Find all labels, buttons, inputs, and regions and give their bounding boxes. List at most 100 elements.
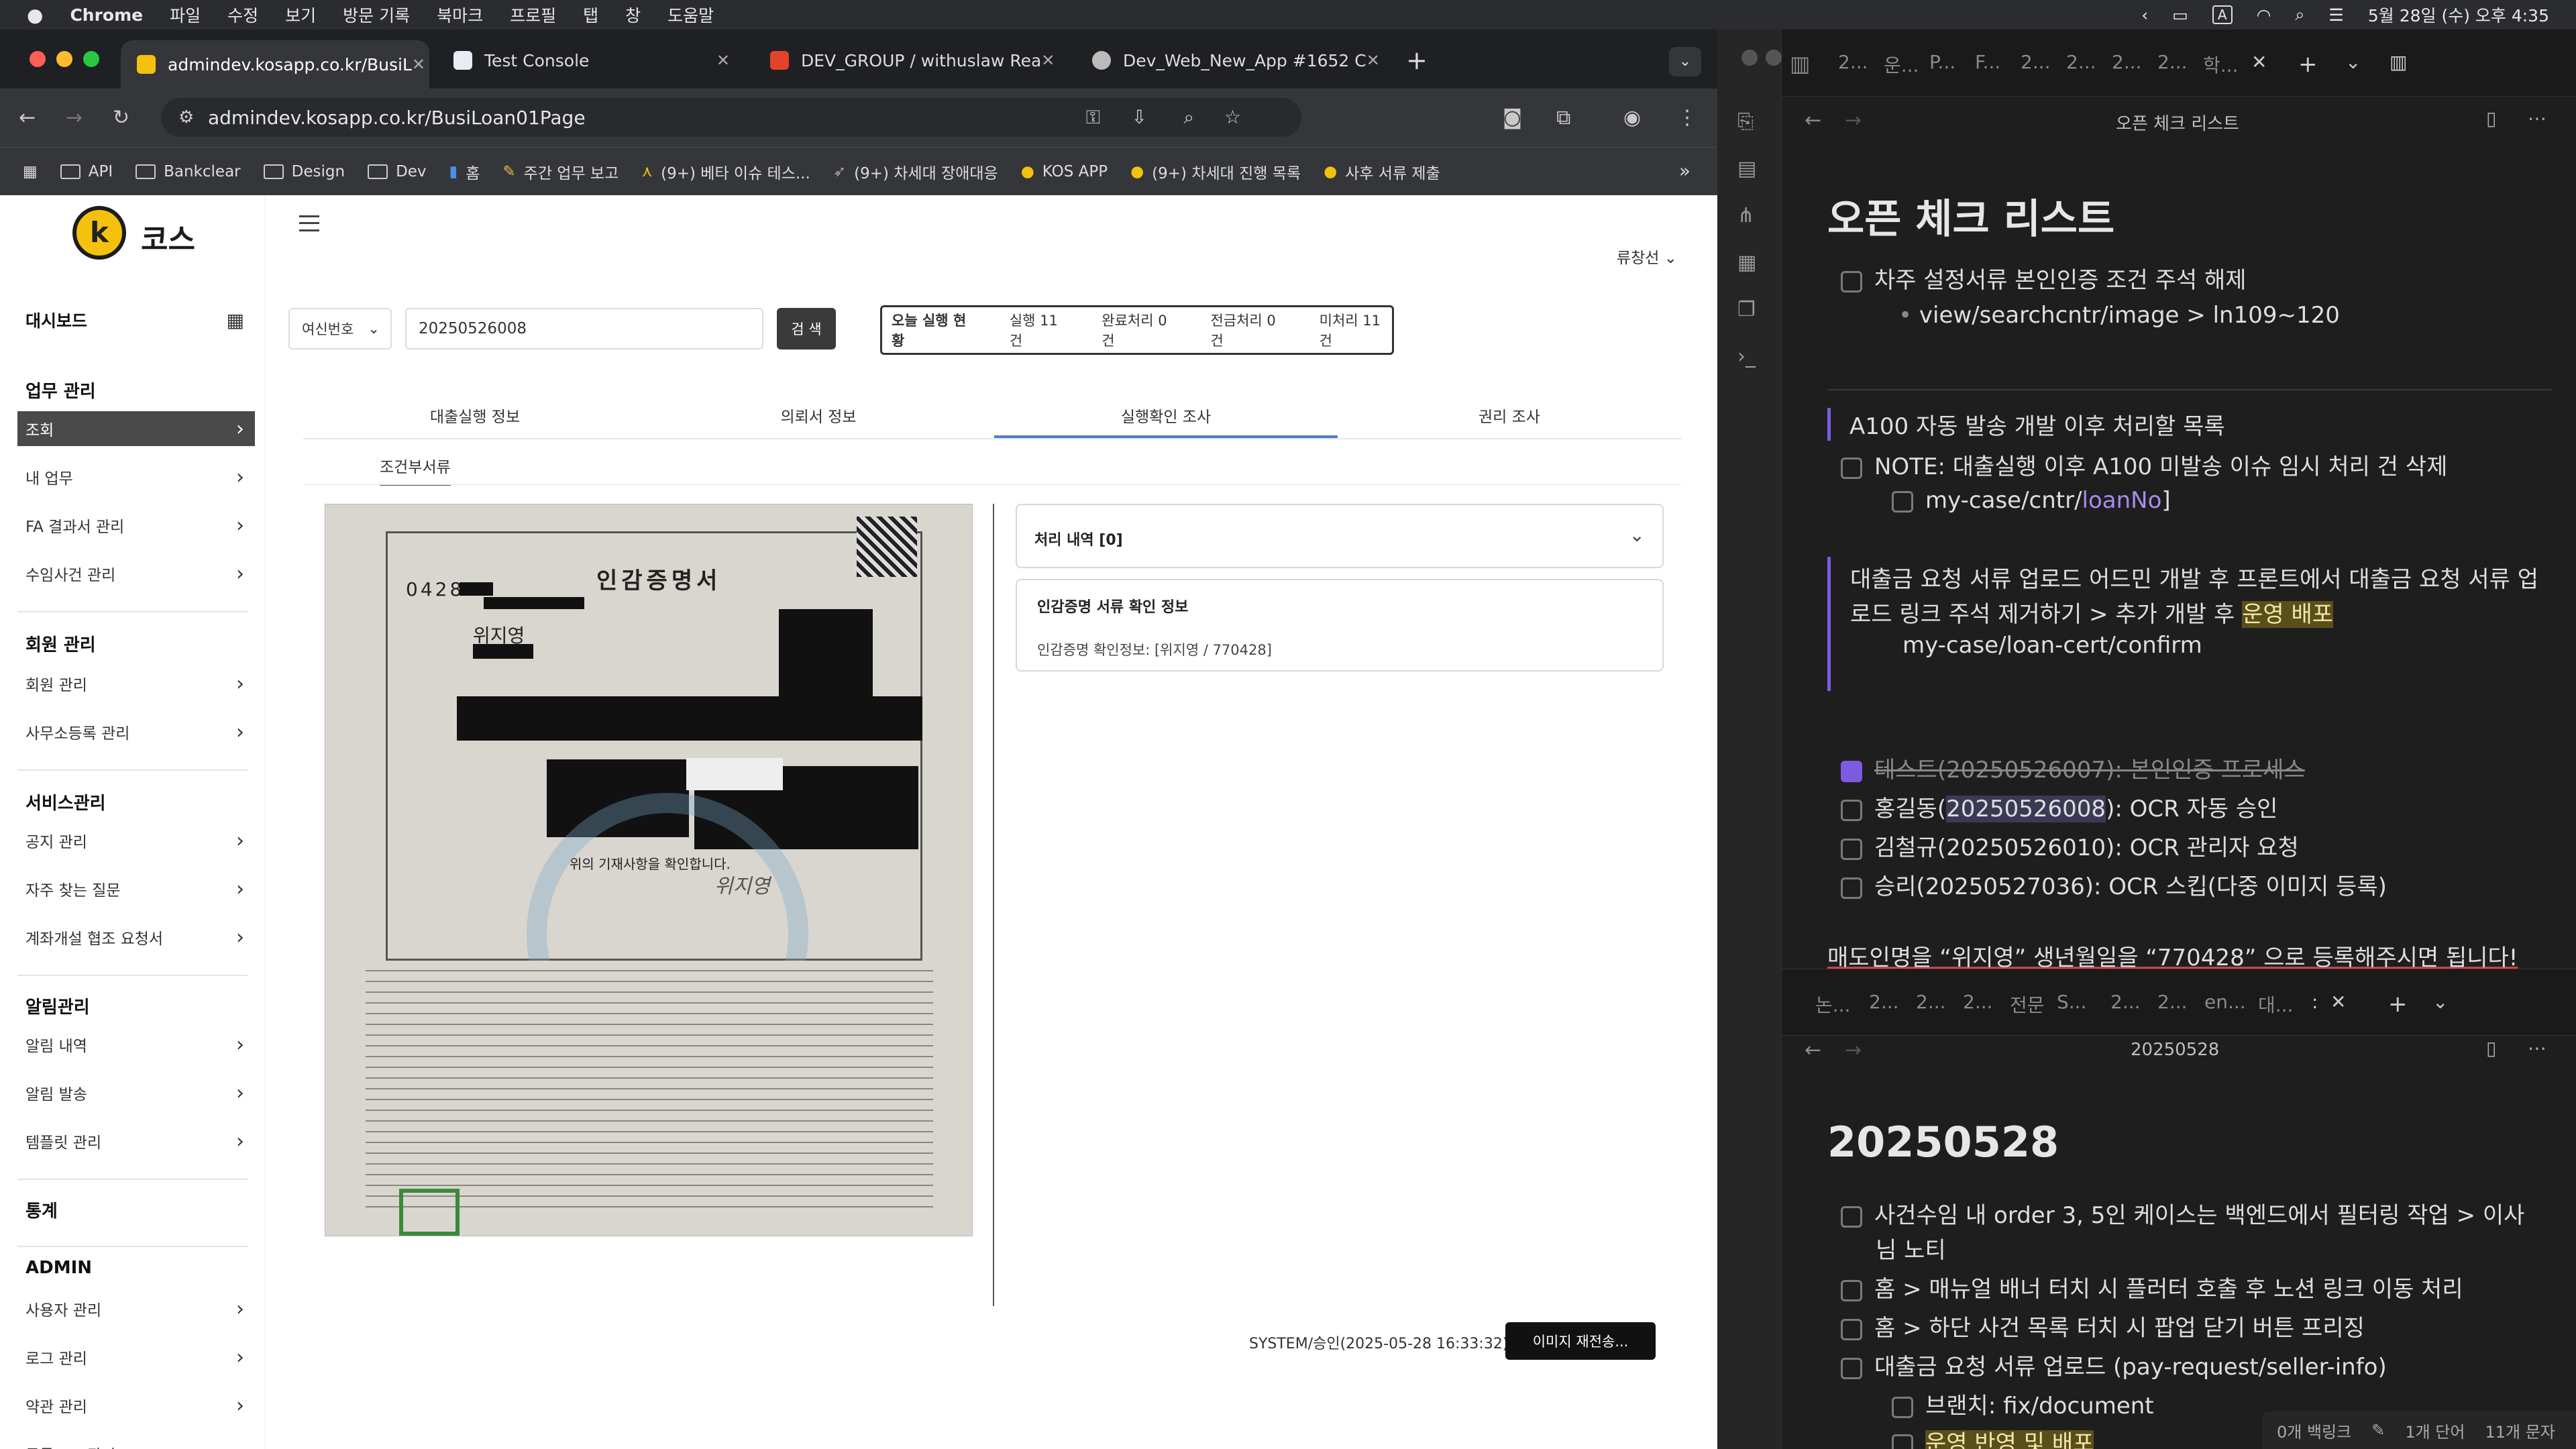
bookmark-link[interactable]: ● KOS APP: [1021, 163, 1108, 180]
task-item[interactable]: 김철규(20250526010): OCR 관리자 요청: [1841, 829, 2299, 862]
sidebar-item-users[interactable]: 사용자 관리 ›: [17, 1291, 255, 1326]
note-tab[interactable]: 운...: [1884, 51, 1919, 78]
canvas-icon[interactable]: ▦: [1737, 251, 1756, 274]
checkbox[interactable]: [1841, 1357, 1862, 1379]
note-tab[interactable]: 2...: [2021, 51, 2051, 73]
menu-item[interactable]: 파일: [170, 3, 201, 27]
checkbox[interactable]: [1841, 799, 1862, 821]
task-item[interactable]: 브랜치: fix/document: [1892, 1387, 2154, 1420]
task-item[interactable]: 운영 반영 및 배포: [1892, 1425, 2094, 1449]
new-tab-icon[interactable]: +: [2298, 51, 2318, 78]
checkbox[interactable]: [1841, 877, 1862, 899]
back-icon[interactable]: ←: [1805, 109, 1821, 132]
menu-item[interactable]: 수정: [227, 3, 258, 27]
close-tab-icon[interactable]: ✕: [2330, 991, 2346, 1013]
bookmark-folder[interactable]: Design: [263, 163, 345, 180]
bookmark-link[interactable]: ● 사후 서류 제출: [1324, 160, 1440, 183]
bookmark-folder[interactable]: API: [60, 163, 113, 180]
sidebar-item-send-alert[interactable]: 알림 발송 ›: [17, 1075, 255, 1110]
subtab-conditional-docs[interactable]: 조건부서류: [380, 447, 451, 486]
menu-item[interactable]: 창: [625, 3, 641, 27]
sidebar-item-logs[interactable]: 로그 관리 ›: [17, 1340, 255, 1375]
menu-app-name[interactable]: Chrome: [70, 5, 143, 25]
zoom-icon[interactable]: ⌕: [1183, 106, 1194, 129]
task-item[interactable]: 대출금 요청 서류 업로드 (pay-request/seller-info): [1841, 1348, 2387, 1381]
note-tab[interactable]: S...: [2057, 991, 2086, 1013]
bookmark-link[interactable]: ✎ 주간 업무 보고: [502, 160, 619, 183]
bookmark-star-icon[interactable]: ☆: [1224, 106, 1241, 128]
reading-view-icon[interactable]: ▯: [2486, 107, 2496, 129]
note-tab[interactable]: 2...: [1916, 991, 1946, 1013]
terminal-icon[interactable]: ›_: [1737, 345, 1756, 368]
kos-logo[interactable]: k: [72, 206, 126, 260]
sidebar-group-title[interactable]: 통계: [25, 1197, 58, 1222]
sidebar-item-lookup[interactable]: 조회 ›: [17, 411, 255, 446]
seal-certificate-image[interactable]: 인감증명서 0428- 위지영 위의 기재사항을 확인합니다. 위지영: [325, 504, 973, 1236]
chevron-left-icon[interactable]: ‹: [2141, 5, 2148, 25]
search-icon[interactable]: ⌕: [2295, 5, 2304, 25]
sidebar-item-account-request[interactable]: 계좌개설 협조 요청서 ›: [17, 920, 255, 955]
task-item[interactable]: 사건수임 내 order 3, 5인 케이스는 백엔드에서 필터링 작업 > 이…: [1841, 1197, 2524, 1230]
search-type-select[interactable]: 여신번호 ⌄: [288, 308, 392, 350]
user-menu[interactable]: 류창선 ⌄: [1617, 245, 1677, 268]
more-menu-icon[interactable]: ⋮: [1677, 106, 1697, 129]
bookmark-link[interactable]: ⋏ (9+) 베타 이슈 테스...: [641, 160, 810, 183]
browser-tab[interactable]: Test Console ✕: [437, 40, 746, 80]
extensions-icon[interactable]: ⧉: [1556, 106, 1570, 129]
menu-item[interactable]: 보기: [285, 3, 316, 27]
address-bar[interactable]: ⚙ admindev.kosapp.co.kr/BusiLoan01Page ⚿…: [161, 98, 1301, 137]
edit-icon[interactable]: ✎: [2371, 1421, 2385, 1440]
search-button[interactable]: 검 색: [777, 308, 836, 350]
tab-request-info[interactable]: 의뢰서 정보: [647, 396, 990, 438]
note-tab[interactable]: P...: [1929, 51, 1955, 73]
close-window-button[interactable]: [30, 51, 46, 67]
note-tab[interactable]: 2...: [2157, 991, 2188, 1013]
graph-icon[interactable]: ⋔: [1737, 204, 1754, 227]
apps-grid-icon[interactable]: ▦: [23, 163, 38, 180]
checkbox-checked[interactable]: [1841, 760, 1862, 782]
sidebar-toggle-icon[interactable]: ▥: [1790, 51, 1810, 76]
sidebar-item-common-code[interactable]: 공통코드 관리 ›: [17, 1436, 255, 1449]
browser-tab[interactable]: DEV_GROUP / withuslaw Rea ✕: [754, 40, 1069, 80]
input-source-icon[interactable]: A: [2212, 5, 2233, 24]
note-tab[interactable]: en...: [2204, 991, 2246, 1013]
sidebar-item-office[interactable]: 사무소등록 관리 ›: [17, 714, 255, 749]
note-tab-active[interactable]: 학...: [2203, 51, 2238, 78]
sidebar-item-case[interactable]: 수임사건 관리 ›: [17, 556, 255, 591]
reading-view-icon[interactable]: ▯: [2486, 1037, 2496, 1059]
more-options-icon[interactable]: ⋯: [2528, 107, 2546, 129]
reload-icon[interactable]: ↻: [113, 106, 129, 129]
site-info-icon[interactable]: ⚙: [178, 107, 194, 127]
menu-toggle-icon[interactable]: [299, 215, 319, 231]
task-item-done[interactable]: 테스트(20250526007): 본인인증 프로세스: [1841, 751, 2305, 784]
note-tab[interactable]: 논...: [1815, 991, 1850, 1018]
menu-item[interactable]: 도움말: [667, 3, 714, 27]
checkbox[interactable]: [1841, 1279, 1862, 1301]
forward-icon[interactable]: →: [1845, 109, 1862, 132]
browser-tab-active[interactable]: admindev.kosapp.co.kr/BusiL ✕: [121, 40, 429, 89]
close-tab-icon[interactable]: ✕: [2251, 51, 2267, 73]
close-tab-icon[interactable]: ✕: [412, 55, 425, 74]
new-tab-icon[interactable]: +: [2388, 991, 2408, 1018]
menu-item[interactable]: 방문 기록: [343, 3, 410, 27]
sidebar-item-alerts[interactable]: 알림 내역 ›: [17, 1027, 255, 1062]
forward-icon[interactable]: →: [1845, 1038, 1862, 1062]
internal-link[interactable]: loanNo: [2082, 487, 2162, 514]
note-tab-active[interactable]: :: [2312, 991, 2318, 1013]
tab-loan-execution[interactable]: 대출실행 정보: [303, 396, 647, 438]
more-bookmarks-icon[interactable]: »: [1679, 160, 1690, 182]
menu-item[interactable]: 북마크: [437, 3, 483, 27]
sidebar-item-templates[interactable]: 템플릿 관리 ›: [17, 1124, 255, 1159]
close-tab-icon[interactable]: ✕: [1366, 51, 1380, 70]
checkbox[interactable]: [1841, 457, 1862, 479]
task-item[interactable]: NOTE: 대출실행 이후 A100 미발송 이슈 임시 처리 건 삭제: [1841, 448, 2447, 481]
backlinks-count[interactable]: 0개 백링크: [2277, 1419, 2351, 1442]
close-tab-icon[interactable]: ✕: [716, 51, 730, 70]
split-divider[interactable]: [993, 504, 994, 1306]
checkbox[interactable]: [1892, 1396, 1913, 1418]
note-tab[interactable]: 대...: [2258, 991, 2293, 1018]
sidebar-item-notice[interactable]: 공지 관리 ›: [17, 823, 255, 858]
sidebar-item-fa-report[interactable]: FA 결과서 관리 ›: [17, 508, 255, 543]
bookmark-link[interactable]: ● (9+) 차세대 진행 목록: [1130, 160, 1301, 183]
bookmark-link[interactable]: ➶ (9+) 차세대 장애대응: [833, 160, 998, 183]
